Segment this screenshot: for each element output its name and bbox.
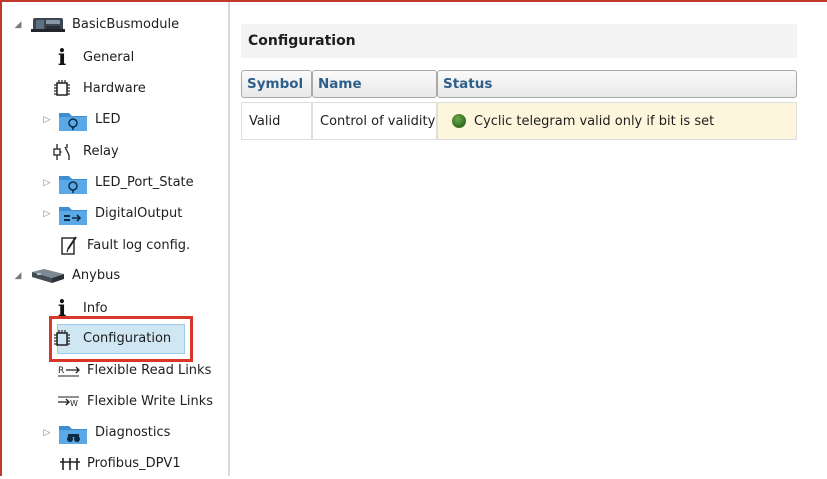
module-icon <box>28 15 68 35</box>
tree-item-label: DigitalOutput <box>95 206 183 221</box>
expand-arrow-icon[interactable]: ▷ <box>42 209 52 219</box>
chip-icon <box>49 78 75 100</box>
tree-item-label: Profibus_DPV1 <box>87 456 181 471</box>
tree-item-configuration[interactable]: Configuration <box>49 323 171 354</box>
tree-item-anybus[interactable]: Anybus <box>28 260 120 291</box>
tree-item-label: Relay <box>83 144 119 159</box>
tree-item-label: Flexible Write Links <box>87 394 214 409</box>
chip-icon <box>49 328 75 350</box>
diagnostics-folder-icon <box>57 420 89 446</box>
tree-item-digital-output[interactable]: DigitalOutput <box>57 198 182 229</box>
configuration-panel: Configuration Symbol Name Status Valid C… <box>230 2 827 476</box>
info-icon: i <box>57 44 67 71</box>
collapse-arrow-icon[interactable]: ◢ <box>13 271 23 281</box>
profibus-icon <box>57 453 83 475</box>
tree-item-label: Fault log config. <box>87 238 191 253</box>
tree-item-flexible-read-links[interactable]: R Flexible Read Links <box>57 355 211 386</box>
svg-text:W: W <box>70 399 78 408</box>
tree-item-led-port-state[interactable]: LED_Port_State <box>57 167 194 198</box>
tree-item-basicbusmodule[interactable]: BasicBusmodule <box>28 9 179 40</box>
cell-name[interactable]: Control of validity <box>312 102 437 140</box>
tree-item-label: Hardware <box>83 81 146 96</box>
page-title: Configuration <box>241 24 797 58</box>
tree-item-label: Configuration <box>83 331 172 346</box>
tree-item-label: General <box>83 50 135 65</box>
tree-item-profibus-dpv1[interactable]: Profibus_DPV1 <box>57 448 181 479</box>
tree-item-flexible-write-links[interactable]: W Flexible Write Links <box>57 386 213 417</box>
tree-item-label: Diagnostics <box>95 425 171 440</box>
tree-item-general[interactable]: i General <box>49 42 134 73</box>
tree-item-label: Info <box>83 301 108 316</box>
column-header-symbol[interactable]: Symbol <box>241 70 312 98</box>
expand-arrow-icon[interactable]: ▷ <box>42 428 52 438</box>
tree-item-label: LED <box>95 112 121 127</box>
fault-log-icon <box>57 235 83 257</box>
tree-item-label: Flexible Read Links <box>87 363 212 378</box>
status-indicator-icon <box>452 114 466 128</box>
tree-item-label: Anybus <box>72 268 121 283</box>
tree-item-hardware[interactable]: Hardware <box>49 73 146 104</box>
expand-arrow-icon[interactable]: ▷ <box>42 178 52 188</box>
tree-item-relay[interactable]: Relay <box>49 136 119 167</box>
tree-item-fault-log-config[interactable]: Fault log config. <box>57 230 190 261</box>
tree-item-label: LED_Port_State <box>95 175 194 190</box>
cell-status[interactable]: Cyclic telegram valid only if bit is set <box>437 102 797 140</box>
write-link-icon: W <box>57 391 83 413</box>
cell-symbol[interactable]: Valid <box>241 102 312 140</box>
led-folder-icon <box>57 170 89 196</box>
status-text: Cyclic telegram valid only if bit is set <box>474 113 715 129</box>
tree-item-led[interactable]: LED <box>57 104 120 135</box>
collapse-arrow-icon[interactable]: ◢ <box>13 20 23 30</box>
tree-item-label: BasicBusmodule <box>72 17 180 32</box>
svg-text:R: R <box>58 366 64 376</box>
tree-item-diagnostics[interactable]: Diagnostics <box>57 417 170 448</box>
column-header-name[interactable]: Name <box>312 70 437 98</box>
read-link-icon: R <box>57 360 83 382</box>
led-folder-icon <box>57 107 89 133</box>
digital-output-folder-icon <box>57 201 89 227</box>
relay-icon <box>49 141 75 163</box>
expand-arrow-icon[interactable]: ▷ <box>42 115 52 125</box>
column-header-status[interactable]: Status <box>437 70 797 98</box>
anybus-icon <box>28 266 68 286</box>
navigation-tree: ◢ BasicBusmodule i General Hardware ▷ LE… <box>2 2 228 476</box>
